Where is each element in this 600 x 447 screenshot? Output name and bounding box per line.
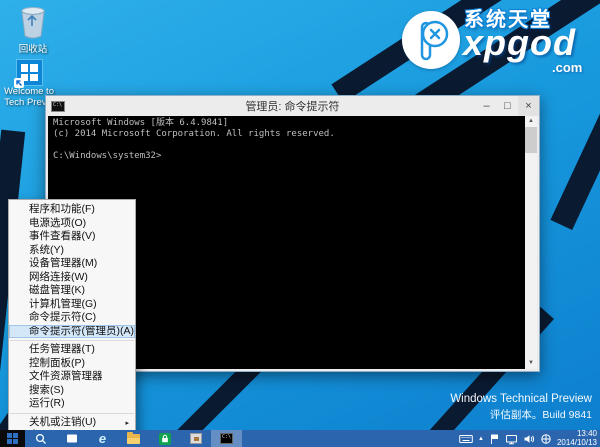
xpgod-logo-icon bbox=[402, 11, 460, 69]
window-title: 管理员: 命令提示符 bbox=[46, 98, 539, 114]
scroll-up-icon[interactable]: ▲ bbox=[525, 116, 537, 127]
store-icon bbox=[159, 433, 171, 445]
recycle-bin-label: 回收站 bbox=[6, 45, 60, 56]
menu-item-programs-and-features[interactable]: 程序和功能(F) bbox=[9, 203, 135, 217]
shortcut-arrow-icon bbox=[14, 78, 24, 88]
menu-item-label: 运行(R) bbox=[29, 397, 65, 409]
menu-item-device-manager[interactable]: 设备管理器(M) bbox=[9, 257, 135, 271]
menu-separator bbox=[10, 413, 134, 414]
window-controls: – □ × bbox=[476, 96, 539, 116]
file-explorer-button[interactable] bbox=[118, 430, 149, 447]
vertical-scrollbar[interactable]: ▲ ▼ bbox=[525, 116, 537, 369]
file-explorer-icon bbox=[127, 434, 140, 444]
volume-icon[interactable] bbox=[523, 433, 535, 445]
recycle-bin-icon[interactable]: 回收站 bbox=[6, 6, 60, 55]
task-view-button[interactable] bbox=[56, 430, 87, 447]
windows-tile-glyph bbox=[17, 60, 42, 85]
watermark-line1: Windows Technical Preview bbox=[450, 393, 592, 405]
clock[interactable]: 13:40 2014/10/13 bbox=[557, 430, 597, 447]
menu-item-label: 任务管理器(T) bbox=[29, 343, 95, 355]
minimize-button[interactable]: – bbox=[476, 96, 497, 116]
menu-item-power-options[interactable]: 电源选项(O) bbox=[9, 217, 135, 231]
menu-item-label: 系统(Y) bbox=[29, 244, 64, 256]
menu-item-search[interactable]: 搜索(S) bbox=[9, 384, 135, 398]
menu-item-label: 关机或注销(U) bbox=[29, 416, 96, 428]
maximize-button[interactable]: □ bbox=[497, 96, 518, 116]
titlebar[interactable]: 管理员: 命令提示符 – □ × bbox=[46, 96, 539, 116]
search-button[interactable] bbox=[25, 430, 56, 447]
menu-item-system[interactable]: 系统(Y) bbox=[9, 244, 135, 258]
start-button[interactable] bbox=[0, 430, 25, 447]
command-prompt-taskbar-button[interactable] bbox=[211, 430, 242, 447]
logo-site-text: xpgod bbox=[463, 22, 576, 64]
scrollbar-track[interactable] bbox=[525, 153, 537, 358]
menu-item-label: 文件资源管理器 bbox=[29, 370, 103, 382]
windows-logo-icon bbox=[7, 433, 18, 444]
menu-item-label: 搜索(S) bbox=[29, 384, 64, 396]
internet-explorer-icon: e bbox=[99, 432, 106, 445]
internet-explorer-button[interactable]: e bbox=[87, 430, 118, 447]
menu-item-shutdown-or-signout[interactable]: 关机或注销(U) ▸ bbox=[9, 416, 135, 430]
menu-item-computer-management[interactable]: 计算机管理(G) bbox=[9, 298, 135, 312]
menu-item-file-explorer[interactable]: 文件资源管理器 bbox=[9, 370, 135, 384]
watermark-line2: 评估副本。Build 9841 bbox=[450, 407, 592, 422]
menu-item-label: 网络连接(W) bbox=[29, 271, 88, 283]
menu-item-label: 控制面板(P) bbox=[29, 357, 85, 369]
hidden-icons-chevron-icon[interactable]: ▲ bbox=[478, 436, 484, 442]
menu-item-label: 程序和功能(F) bbox=[29, 203, 95, 215]
task-view-icon bbox=[66, 433, 78, 444]
menu-item-event-viewer[interactable]: 事件查看器(V) bbox=[9, 230, 135, 244]
console-line bbox=[53, 140, 519, 151]
installer-button[interactable] bbox=[180, 430, 211, 447]
menu-item-label: 电源选项(O) bbox=[29, 217, 86, 229]
command-prompt-icon bbox=[220, 433, 233, 444]
build-watermark: Windows Technical Preview 评估副本。Build 984… bbox=[450, 393, 592, 422]
logo-tld-text: .com bbox=[552, 60, 582, 75]
network-icon[interactable] bbox=[505, 433, 518, 445]
menu-item-disk-management[interactable]: 磁盘管理(K) bbox=[9, 284, 135, 298]
menu-item-label: 设备管理器(M) bbox=[29, 257, 97, 269]
menu-item-task-manager[interactable]: 任务管理器(T) bbox=[9, 343, 135, 357]
menu-item-control-panel[interactable]: 控制面板(P) bbox=[9, 357, 135, 371]
scroll-down-icon[interactable]: ▼ bbox=[525, 358, 537, 369]
close-button[interactable]: × bbox=[518, 96, 539, 116]
menu-item-label: 事件查看器(V) bbox=[29, 230, 96, 242]
menu-item-label: 计算机管理(G) bbox=[29, 298, 97, 310]
console-line: Microsoft Windows [版本 6.4.9841] bbox=[53, 118, 519, 129]
system-tray: ▲ 13:40 2014/10/13 bbox=[459, 430, 600, 447]
wallpaper-stripe bbox=[550, 84, 600, 230]
clock-date: 2014/10/13 bbox=[557, 439, 597, 447]
console-line: (c) 2014 Microsoft Corporation. All righ… bbox=[53, 129, 519, 140]
touch-keyboard-icon[interactable] bbox=[459, 433, 473, 445]
search-icon bbox=[35, 433, 47, 445]
menu-item-label: 命令提示符(管理员)(A) bbox=[29, 325, 134, 337]
submenu-arrow-icon: ▸ bbox=[125, 418, 129, 430]
console-line: C:\Windows\system32> bbox=[53, 151, 519, 162]
command-prompt-icon bbox=[51, 101, 65, 112]
recycle-bin-glyph bbox=[6, 6, 60, 43]
menu-separator bbox=[10, 340, 134, 341]
menu-item-command-prompt[interactable]: 命令提示符(C) bbox=[9, 311, 135, 325]
scrollbar-thumb[interactable] bbox=[525, 127, 537, 153]
store-button[interactable] bbox=[149, 430, 180, 447]
menu-item-network-connections[interactable]: 网络连接(W) bbox=[9, 271, 135, 285]
action-center-flag-icon[interactable] bbox=[489, 433, 500, 445]
desktop: 系统天堂 xpgod .com 回收站 Welcome to Tech Prev… bbox=[0, 0, 600, 447]
menu-item-command-prompt-admin[interactable]: 命令提示符(管理员)(A) bbox=[9, 325, 135, 339]
winx-menu: 程序和功能(F) 电源选项(O)事件查看器(V) 系统(Y)设备管理器(M) 网络连接… bbox=[8, 199, 136, 447]
installer-icon bbox=[190, 433, 202, 444]
input-indicator-icon[interactable] bbox=[540, 433, 552, 445]
xpgod-watermark-logo: 系统天堂 xpgod .com bbox=[400, 2, 598, 78]
menu-item-run[interactable]: 运行(R) bbox=[9, 397, 135, 411]
menu-item-label: 命令提示符(C) bbox=[29, 311, 96, 323]
menu-item-label: 磁盘管理(K) bbox=[29, 284, 85, 296]
taskbar: e ▲ bbox=[0, 430, 600, 447]
